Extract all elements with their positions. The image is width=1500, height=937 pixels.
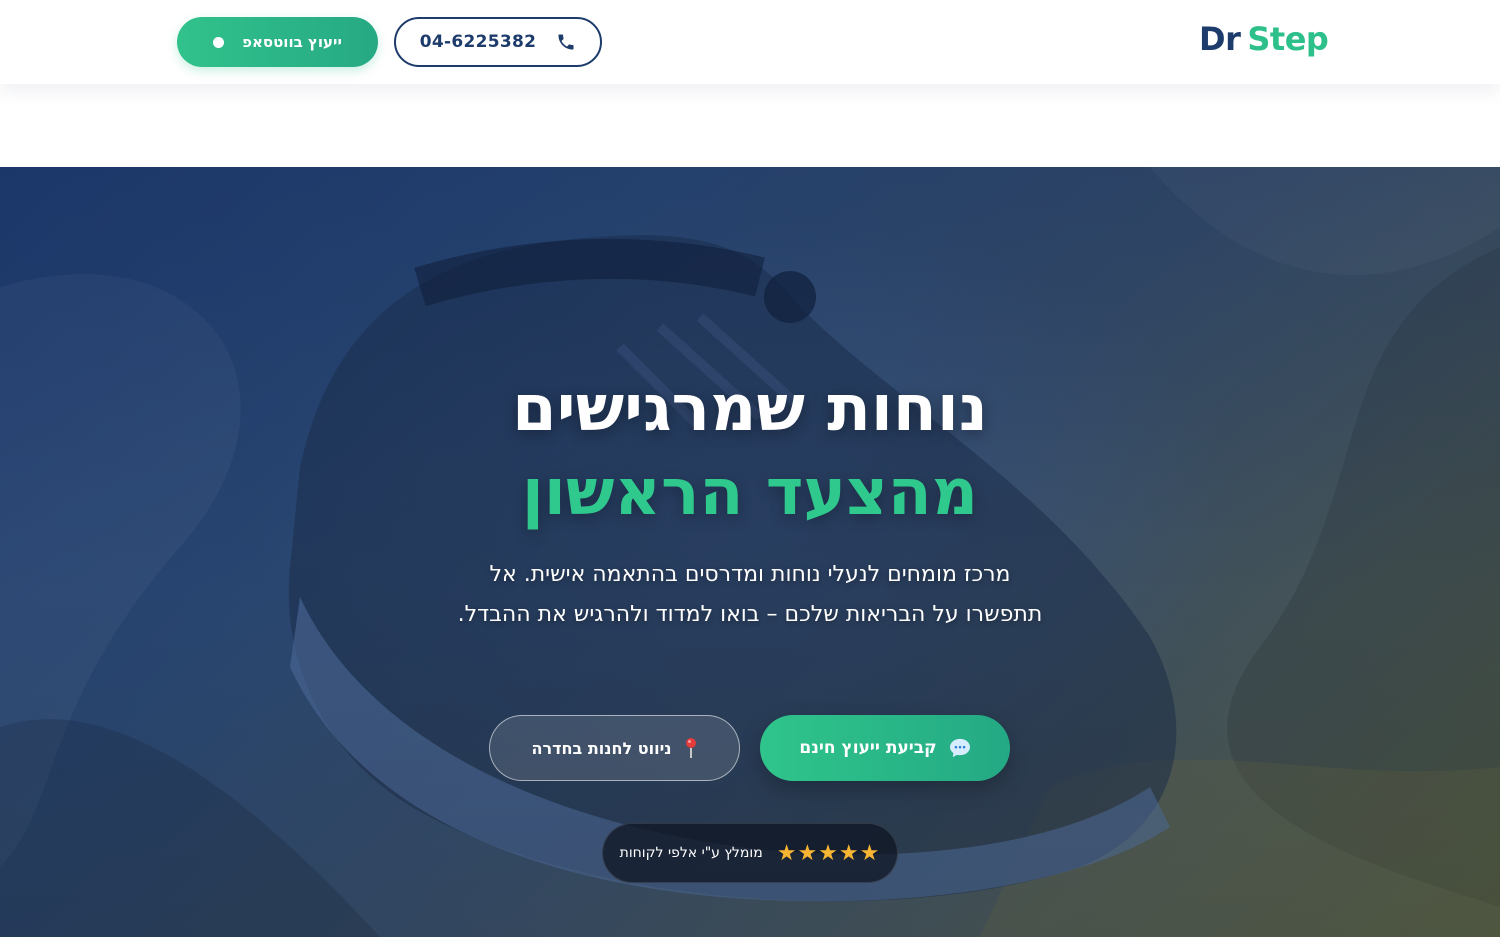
free-consultation-label: קביעת ייעוץ חינם [799,738,937,758]
hero-title-line1: נוחות שמרגישים [512,372,988,446]
logo-dr: Dr [1199,20,1241,58]
star-rating-icons: ★★★★★ [776,840,881,866]
whatsapp-button[interactable]: ייעוץ בווטסאפ [177,17,378,67]
site-header: Dr Step 04-6225382 ייעוץ בווטסאפ [0,0,1500,84]
navigate-to-store-button[interactable]: ניווט לחנות בחדרה [489,715,740,781]
logo-step: Step [1247,20,1329,58]
logo[interactable]: Dr Step [1199,20,1329,64]
phone-button[interactable]: 04-6225382 [394,17,602,67]
phone-number: 04-6225382 [419,32,537,52]
free-consultation-button[interactable]: קביעת ייעוץ חינם [760,715,1010,781]
map-pin-icon [685,738,696,758]
dot-icon [213,36,225,48]
navigate-to-store-label: ניווט לחנות בחדרה [531,738,672,758]
whatsapp-label: ייעוץ בווטסאפ [242,33,342,51]
hero-section: נוחות שמרגישים מהצעד הראשון מרכז מומחים … [0,167,1500,937]
rating-label: מומלץ ע"י אלפי לקוחות [619,845,763,861]
hero-title-line2: מהצעד הראשון [521,456,979,530]
rating-badge: ★★★★★ מומלץ ע"י אלפי לקוחות [602,823,898,883]
phone-icon [558,34,574,50]
hero-overlay [0,167,1500,937]
hero-subtitle: מרכז מומחים לנעלי נוחות ומדרסים בהתאמה א… [457,562,1043,627]
hero-title: נוחות שמרגישים מהצעד הראשון [0,367,1500,535]
chat-bubble-icon [949,738,970,758]
